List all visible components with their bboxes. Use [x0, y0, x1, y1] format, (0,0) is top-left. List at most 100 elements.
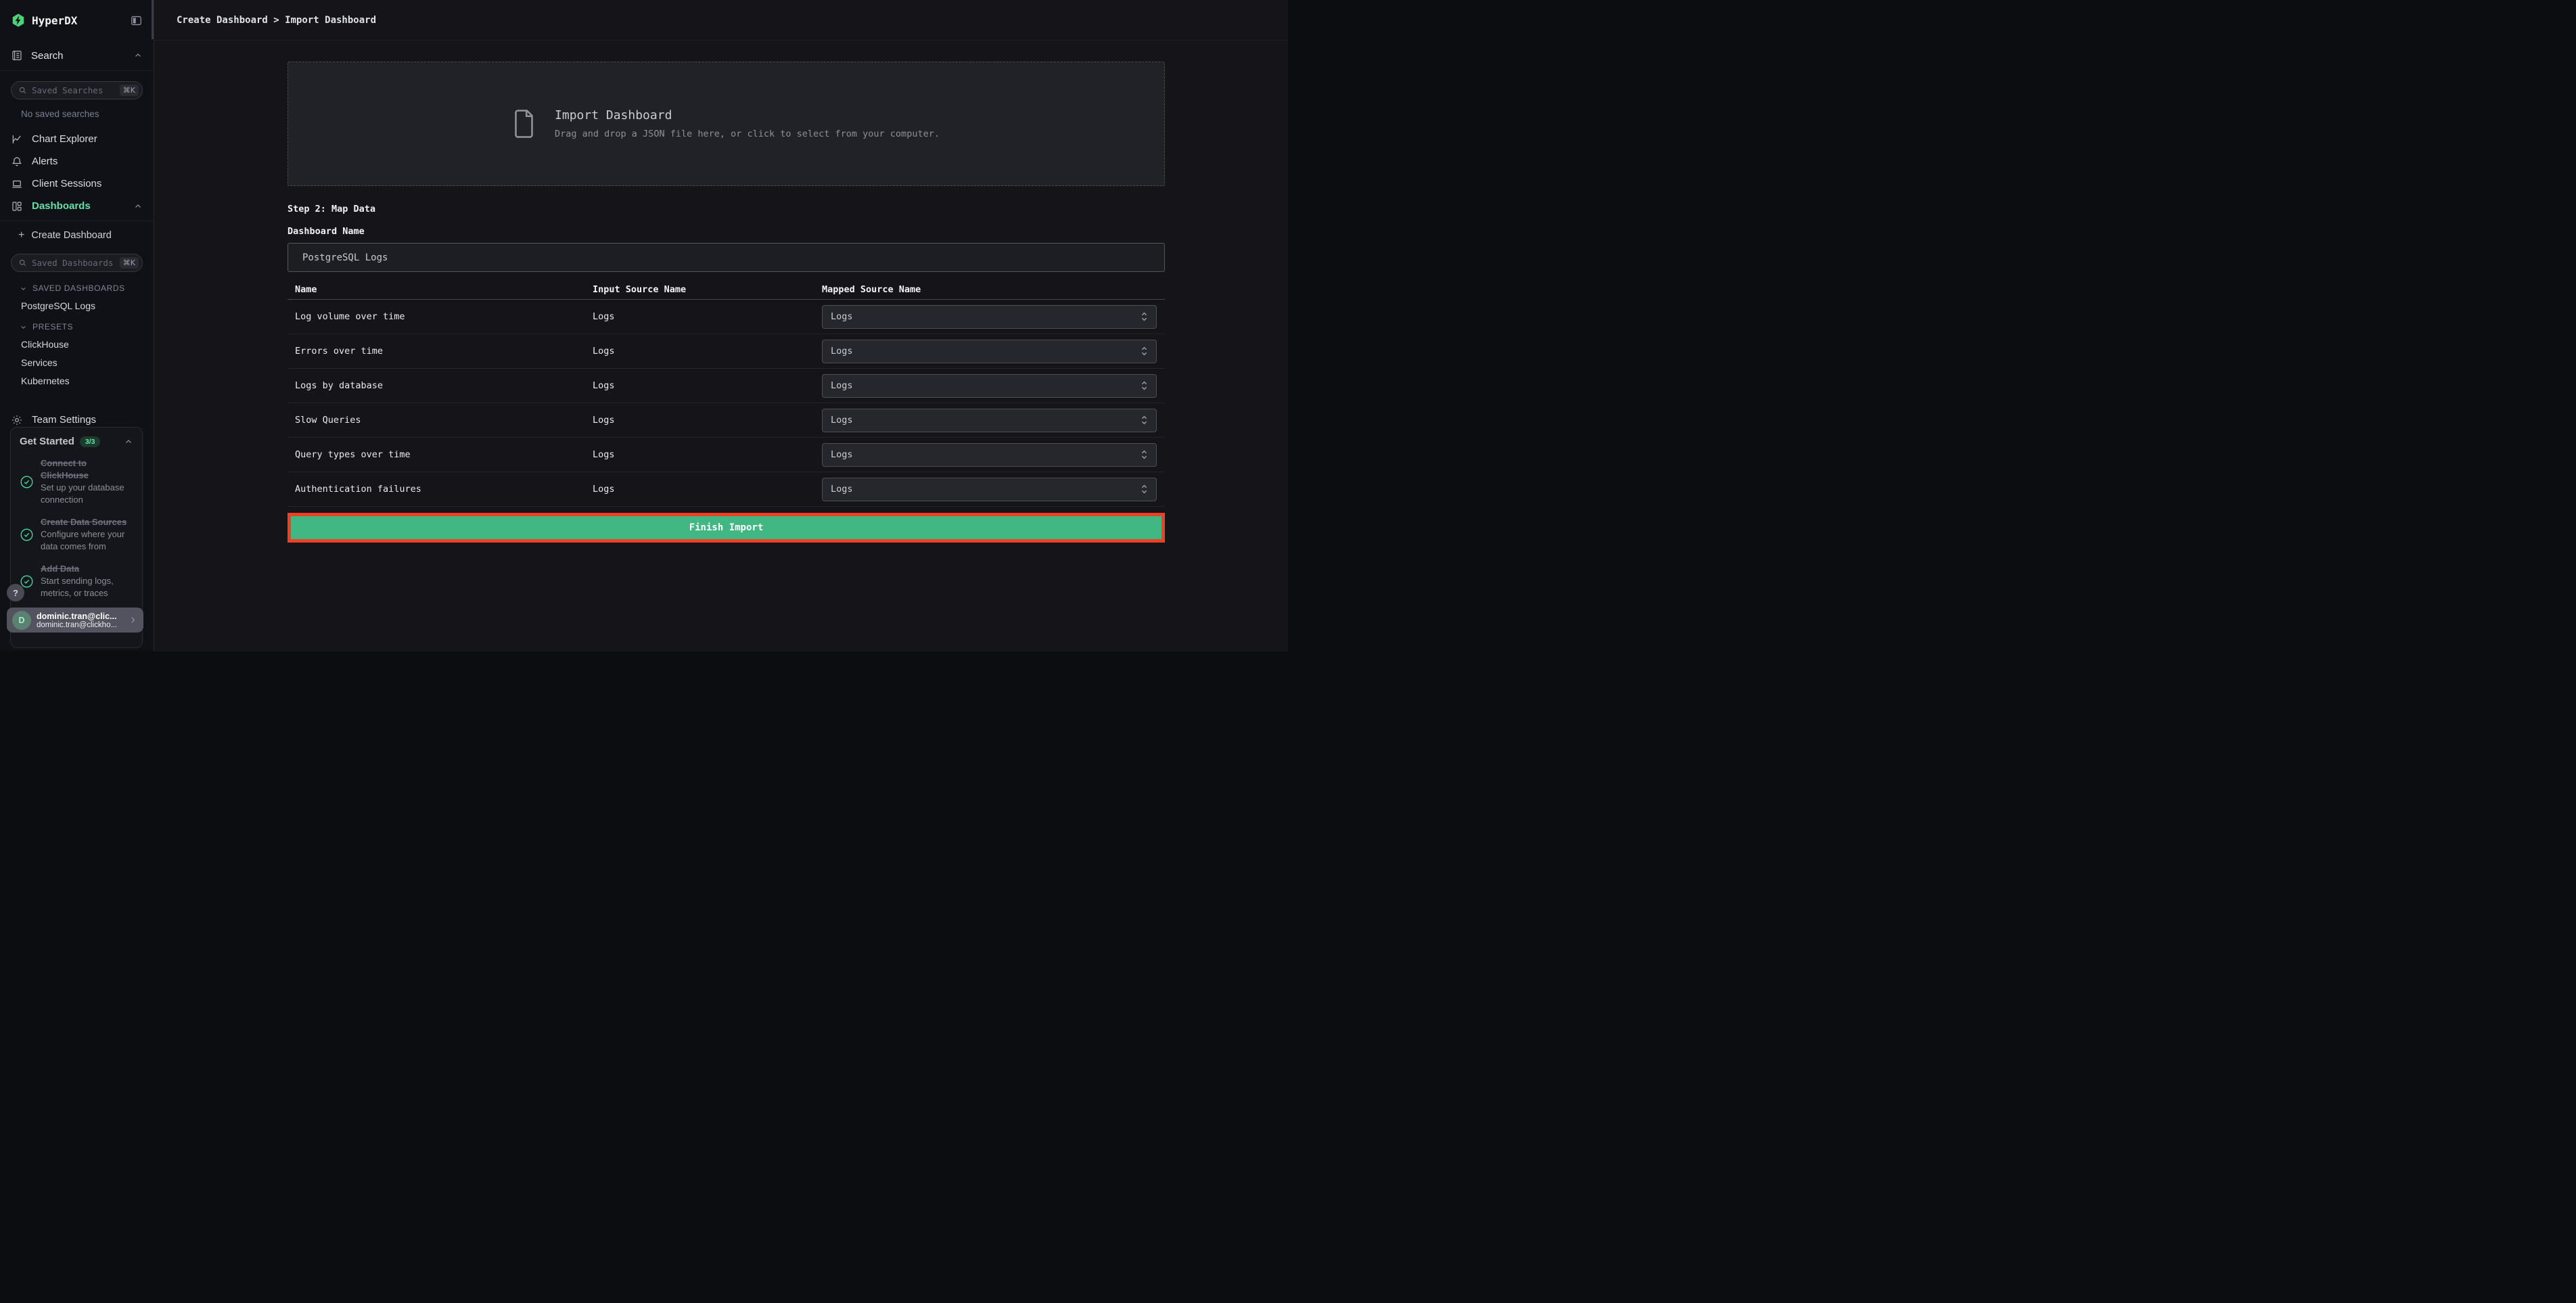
step-title: Create Data Sources: [41, 517, 127, 527]
mapped-source-select[interactable]: Logs: [822, 304, 1157, 329]
row-input-source: Logs: [593, 484, 615, 495]
sidebar: HyperDX Search ⌘K No saved searches: [0, 0, 154, 652]
help-button[interactable]: ?: [7, 584, 24, 601]
laptop-icon: [11, 178, 23, 190]
progress-badge: 3/3: [79, 436, 101, 447]
journal-icon: [11, 49, 23, 62]
row-input-source: Logs: [593, 346, 615, 357]
get-started-header: Get Started 3/3: [20, 436, 133, 447]
group-label: SAVED DASHBOARDS: [32, 283, 125, 293]
get-started-step-connect[interactable]: Connect to ClickHouse Set up your databa…: [20, 457, 133, 506]
sidebar-dashboard-postgresql-logs[interactable]: PostgreSQL Logs: [0, 300, 154, 311]
topbar: Create Dashboard > Import Dashboard: [154, 0, 1288, 41]
logo-row: HyperDX: [0, 0, 154, 41]
table-row: Errors over time Logs Logs: [288, 334, 1165, 369]
check-circle-icon: [20, 475, 34, 489]
column-header-input-source: Input Source Name: [593, 284, 687, 295]
chevron-down-icon: [20, 323, 27, 331]
sidebar-item-client-sessions[interactable]: Client Sessions: [0, 173, 154, 195]
collapse-sidebar-icon[interactable]: [130, 14, 143, 27]
select-chevrons-icon: [1141, 415, 1148, 426]
chevron-up-icon[interactable]: [133, 202, 143, 211]
row-mapped-source-cell: Logs: [814, 442, 1165, 467]
select-chevrons-icon: [1141, 346, 1148, 357]
gear-icon: [11, 414, 23, 426]
mapped-source-select[interactable]: Logs: [822, 477, 1157, 501]
finish-import-button[interactable]: Finish Import: [291, 516, 1162, 539]
table-header-row: Name Input Source Name Mapped Source Nam…: [288, 280, 1165, 300]
row-input-source: Logs: [593, 311, 615, 322]
step-desc: Set up your database connection: [41, 482, 124, 505]
sidebar-preset-clickhouse[interactable]: ClickHouse: [0, 339, 154, 350]
mapped-source-select[interactable]: Logs: [822, 442, 1157, 467]
bell-icon: [11, 156, 23, 168]
dropzone-subtitle: Drag and drop a JSON file here, or click…: [555, 129, 940, 139]
mapped-source-select[interactable]: Logs: [822, 408, 1157, 432]
row-mapped-source-cell: Logs: [814, 373, 1165, 398]
select-value: Logs: [831, 311, 853, 322]
select-chevrons-icon: [1141, 380, 1148, 391]
saved-dashboards-searchbox[interactable]: ⌘K: [11, 254, 143, 272]
dashboard-name-input[interactable]: [288, 243, 1165, 272]
get-started-title: Get Started: [20, 436, 74, 447]
group-label: PRESETS: [32, 322, 74, 332]
saved-searches-input[interactable]: [32, 85, 115, 95]
breadcrumb: Create Dashboard > Import Dashboard: [177, 14, 377, 26]
row-input-source: Logs: [593, 449, 615, 460]
sidebar-preset-services[interactable]: Services: [0, 357, 154, 368]
step-desc: Configure where your data comes from: [41, 529, 125, 551]
group-presets[interactable]: PRESETS: [0, 322, 154, 332]
table-row: Query types over time Logs Logs: [288, 438, 1165, 472]
row-input-source: Logs: [593, 415, 615, 426]
sidebar-nav: Chart Explorer Alerts Client Sessions Da…: [0, 128, 154, 217]
sidebar-item-dashboards[interactable]: Dashboards: [0, 195, 154, 217]
shortcut-badge: ⌘K: [119, 257, 139, 269]
chart-line-icon: [11, 133, 23, 145]
chevron-right-icon: [128, 615, 138, 625]
saved-searches-searchbox[interactable]: ⌘K: [11, 81, 143, 99]
chevron-down-icon: [20, 285, 27, 292]
row-mapped-source-cell: Logs: [814, 477, 1165, 501]
get-started-step-sources[interactable]: Create Data Sources Configure where your…: [20, 516, 133, 553]
sidebar-item-alerts[interactable]: Alerts: [0, 150, 154, 173]
mapped-source-select[interactable]: Logs: [822, 339, 1157, 363]
dropzone-text: Import Dashboard Drag and drop a JSON fi…: [555, 108, 940, 139]
sidebar-preset-kubernetes[interactable]: Kubernetes: [0, 375, 154, 386]
team-settings-label: Team Settings: [32, 414, 97, 426]
nav-label: Alerts: [32, 156, 58, 167]
create-dashboard-button[interactable]: + Create Dashboard: [0, 221, 154, 250]
chevron-up-icon[interactable]: [133, 51, 143, 60]
row-mapped-source-cell: Logs: [814, 408, 1165, 432]
dashboard-name-label: Dashboard Name: [288, 226, 365, 237]
avatar: D: [12, 610, 31, 630]
sidebar-item-search[interactable]: Search: [0, 41, 154, 71]
json-file-dropzone[interactable]: Import Dashboard Drag and drop a JSON fi…: [288, 62, 1165, 186]
search-icon: [18, 258, 27, 267]
row-name: Slow Queries: [295, 415, 361, 426]
step-title: Connect to ClickHouse: [41, 458, 89, 480]
check-circle-icon: [20, 528, 34, 542]
create-dashboard-label: Create Dashboard: [31, 230, 112, 241]
mapped-source-select[interactable]: Logs: [822, 373, 1157, 398]
import-dashboard-panel: Import Dashboard Drag and drop a JSON fi…: [288, 62, 1165, 543]
source-mapping-table: Name Input Source Name Mapped Source Nam…: [288, 280, 1165, 507]
column-header-name: Name: [295, 284, 317, 295]
user-menu[interactable]: D dominic.tran@clic... dominic.tran@clic…: [7, 608, 143, 633]
main-content: Create Dashboard > Import Dashboard Impo…: [154, 0, 1288, 652]
saved-dashboards-input[interactable]: [32, 258, 115, 268]
file-icon: [513, 108, 537, 140]
get-started-step-add-data[interactable]: Add Data Start sending logs, metrics, or…: [20, 563, 133, 599]
nav-label: Client Sessions: [32, 178, 102, 189]
step-label: Step 2: Map Data: [288, 204, 376, 214]
layout-grid-icon: [11, 200, 23, 212]
select-chevrons-icon: [1141, 311, 1148, 322]
sidebar-scrollbar[interactable]: [152, 0, 154, 39]
hyperdx-logo[interactable]: HyperDX: [11, 13, 77, 28]
group-saved-dashboards[interactable]: SAVED DASHBOARDS: [0, 283, 154, 293]
select-value: Logs: [831, 380, 853, 391]
hyperdx-logo-icon: [11, 13, 26, 28]
select-chevrons-icon: [1141, 484, 1148, 495]
table-row: Slow Queries Logs Logs: [288, 403, 1165, 438]
sidebar-item-chart-explorer[interactable]: Chart Explorer: [0, 128, 154, 150]
chevron-up-icon[interactable]: [124, 437, 133, 447]
